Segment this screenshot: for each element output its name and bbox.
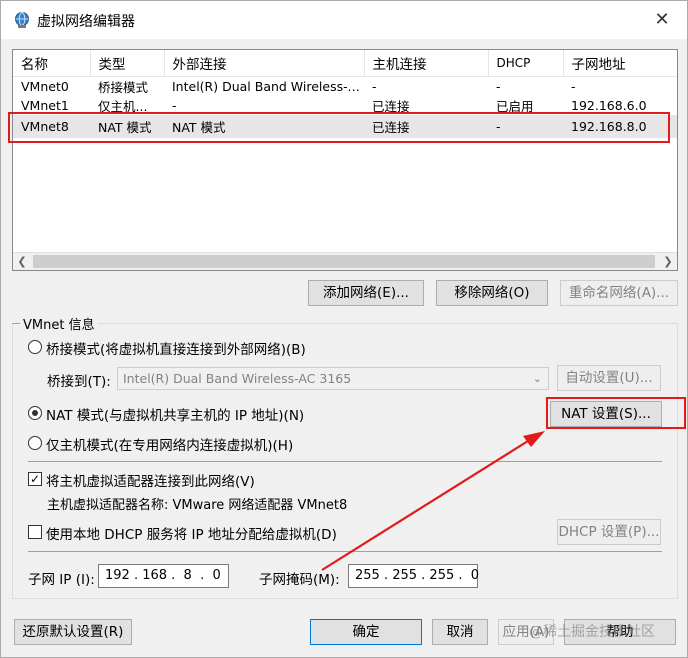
table-cell: Intel(R) Dual Band Wireless-A... — [172, 78, 364, 94]
nat-settings-highlight-box — [546, 397, 686, 429]
horizontal-scrollbar[interactable]: ❮ ❯ — [13, 252, 677, 270]
group-top-border-left — [12, 323, 20, 324]
column-header-host[interactable]: 主机连接 — [364, 50, 489, 77]
nat-mode-label[interactable]: NAT 模式(与虚拟机共享主机的 IP 地址)(N) — [46, 404, 304, 424]
column-header-external[interactable]: 外部连接 — [164, 50, 365, 77]
dhcp-settings-button[interactable]: DHCP 设置(P)... — [557, 519, 661, 545]
restore-defaults-button[interactable]: 还原默认设置(R) — [14, 619, 132, 645]
window-title: 虚拟网络编辑器 — [37, 14, 135, 30]
column-header-type[interactable]: 类型 — [90, 50, 165, 77]
nat-mode-radio[interactable] — [28, 406, 42, 420]
table-cell: - — [372, 78, 377, 94]
group-top-border — [97, 323, 678, 324]
chevron-down-icon: ⌄ — [532, 372, 542, 385]
vmnet-info-label: VMnet 信息 — [20, 314, 98, 333]
column-header-subnet[interactable]: 子网地址 — [563, 50, 677, 77]
ok-button[interactable]: 确定 — [310, 619, 422, 645]
separator — [28, 461, 662, 462]
connect-adapter-checkbox[interactable]: ✓ — [28, 472, 42, 486]
subnet-mask-input[interactable]: 255 . 255 . 255 . 0 — [348, 564, 479, 588]
host-only-label[interactable]: 仅主机模式(在专用网络内连接虚拟机)(H) — [46, 434, 293, 454]
subnet-ip-label: 子网 IP (I): — [28, 572, 95, 588]
bridged-mode-label[interactable]: 桥接模式(将虚拟机直接连接到外部网络)(B) — [46, 338, 306, 358]
table-cell: VMnet0 — [21, 78, 69, 94]
remove-network-button[interactable]: 移除网络(O) — [436, 280, 548, 306]
column-header-dhcp[interactable]: DHCP — [488, 50, 564, 77]
use-dhcp-checkbox[interactable] — [28, 525, 42, 539]
virtual-network-editor-window: 虚拟网络编辑器 ✕ 名称 类型 外部连接 主机连接 DHCP 子网地址 VMne… — [0, 0, 688, 658]
table-cell: 桥接模式 — [98, 79, 149, 95]
adapter-name-text: 主机虚拟适配器名称: VMware 网络适配器 VMnet8 — [47, 498, 348, 513]
subnet-ip-input[interactable]: 192 . 168 . 8 . 0 — [98, 564, 229, 588]
table-cell: - — [496, 78, 501, 94]
cancel-button[interactable]: 取消 — [432, 619, 488, 645]
scroll-left-icon[interactable]: ❮ — [13, 253, 31, 270]
vmnet8-highlight-box — [8, 112, 670, 143]
column-header-name[interactable]: 名称 — [13, 50, 91, 77]
table-row[interactable]: VMnet0 桥接模式 Intel(R) Dual Band Wireless-… — [13, 76, 677, 96]
table-header: 名称 类型 外部连接 主机连接 DHCP 子网地址 — [13, 50, 677, 77]
table-cell: - — [571, 78, 576, 94]
use-dhcp-label[interactable]: 使用本地 DHCP 服务将 IP 地址分配给虚拟机(D) — [46, 523, 337, 543]
host-only-radio[interactable] — [28, 436, 42, 450]
network-list[interactable]: 名称 类型 外部连接 主机连接 DHCP 子网地址 VMnet0 桥接模式 In… — [12, 49, 678, 271]
bridged-to-value: Intel(R) Dual Band Wireless-AC 3165 — [123, 371, 352, 386]
watermark-text: @稀土掘金技术社区 — [529, 624, 655, 640]
auto-settings-button[interactable]: 自动设置(U)... — [557, 365, 661, 391]
title-bar: 虚拟网络编辑器 ✕ — [1, 1, 687, 39]
separator — [28, 551, 662, 552]
rename-network-button[interactable]: 重命名网络(A)... — [560, 280, 678, 306]
close-icon[interactable]: ✕ — [651, 9, 673, 31]
add-network-button[interactable]: 添加网络(E)... — [308, 280, 424, 306]
scroll-right-icon[interactable]: ❯ — [659, 253, 677, 270]
connect-adapter-label[interactable]: 将主机虚拟适配器连接到此网络(V) — [46, 470, 255, 490]
bridged-to-label: 桥接到(T): — [47, 374, 111, 390]
scrollbar-thumb[interactable] — [33, 255, 655, 268]
globe-network-icon — [15, 12, 29, 28]
bridged-to-select[interactable]: Intel(R) Dual Band Wireless-AC 3165 ⌄ — [117, 367, 549, 390]
bridged-mode-radio[interactable] — [28, 340, 42, 354]
subnet-mask-label: 子网掩码(M): — [259, 572, 340, 588]
